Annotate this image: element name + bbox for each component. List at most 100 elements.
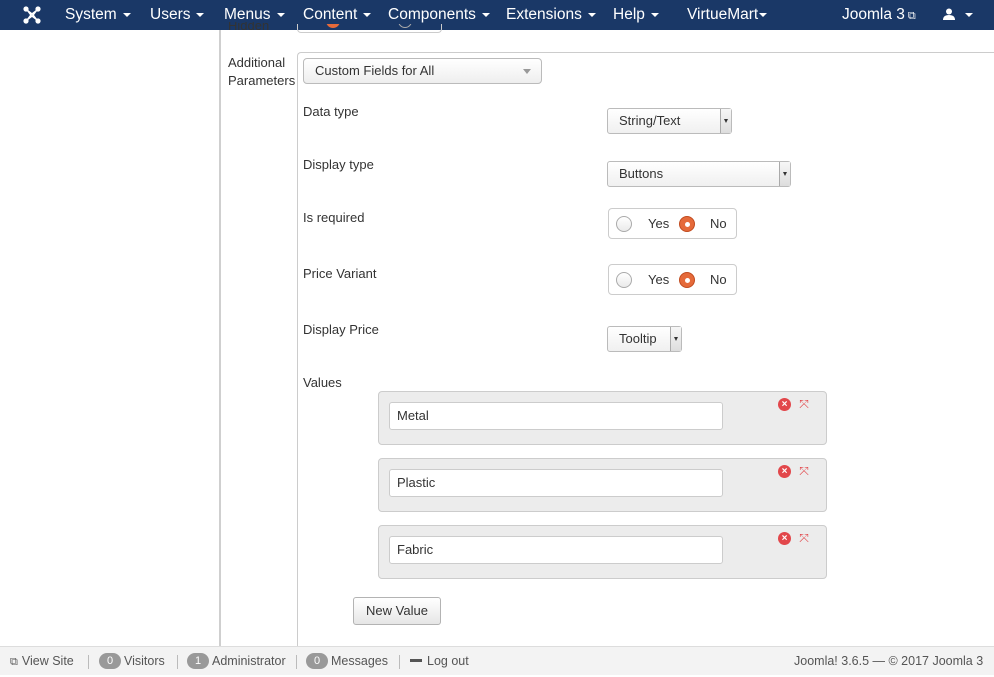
version-info: Joomla! 3.6.5 — © 2017 Joomla 3 [794, 654, 984, 668]
menu-menus-label: Menus [224, 6, 271, 23]
remove-icon[interactable]: × [778, 532, 791, 545]
chevron-down-icon [965, 12, 973, 17]
value-row: Plastic × ⤧ [378, 458, 827, 512]
price-variant-no-radio[interactable] [679, 272, 695, 288]
user-menu[interactable] [943, 0, 973, 30]
status-bar: ⧉ View Site 0 Visitors 1 Administrator 0 Mes… [0, 646, 994, 675]
sidebar-divider [219, 30, 221, 646]
radio-selected[interactable] [326, 24, 340, 28]
move-icon[interactable]: ⤧ [797, 465, 811, 478]
value-row: Fabric × ⤧ [378, 525, 827, 579]
messages-label: Messages [331, 654, 388, 668]
menu-components-label: Components [388, 6, 476, 23]
sidebar [0, 30, 221, 646]
logout-label: Log out [427, 654, 469, 668]
menu-users-label: Users [150, 6, 191, 23]
chevron-down-icon [523, 69, 531, 74]
price-variant-radio-group: Yes No [608, 264, 737, 295]
values-label: Values [303, 375, 342, 390]
menu-virtuemart[interactable]: VirtueMart [687, 0, 768, 30]
administrator-label: Administrator [212, 654, 286, 668]
display-type-value: Buttons [619, 166, 664, 181]
custom-fields-select-value: Custom Fields for All [315, 63, 435, 78]
site-link[interactable]: Joomla 3 ⧉ [842, 0, 916, 30]
price-variant-yes-radio[interactable] [616, 272, 632, 288]
display-price-select[interactable]: Tooltip [607, 326, 682, 352]
messages-count-badge: 0 [306, 653, 328, 669]
menu-extensions-label: Extensions [506, 6, 582, 23]
admin-count-badge: 1 [187, 653, 209, 669]
value-input[interactable]: Metal [389, 402, 723, 430]
logout-link[interactable]: Log out [410, 647, 469, 676]
is-required-no-label[interactable]: No [710, 216, 727, 231]
price-variant-no-label[interactable]: No [710, 272, 727, 287]
site-link-label: Joomla 3 [842, 6, 905, 23]
radio-unselected[interactable] [398, 24, 412, 28]
divider [177, 655, 178, 669]
administrator-link[interactable]: 1 Administrator [187, 647, 286, 676]
remove-icon[interactable]: × [778, 465, 791, 478]
hidden-radio-group[interactable] [297, 24, 442, 33]
value-row: Metal × ⤧ [378, 391, 827, 445]
external-link-icon: ⧉ [10, 656, 18, 668]
chevron-down-icon [122, 12, 131, 17]
menu-users[interactable]: Users [150, 0, 205, 30]
is-required-no-radio[interactable] [679, 216, 695, 232]
visitors-label: Visitors [124, 654, 165, 668]
custom-fields-select[interactable]: Custom Fields for All [303, 58, 542, 84]
remove-icon[interactable]: × [778, 398, 791, 411]
display-price-value: Tooltip [619, 331, 657, 346]
dropdown-arrow-icon [670, 327, 681, 351]
menu-content-label: Content [303, 6, 358, 23]
joomla-logo-icon[interactable] [22, 5, 42, 25]
dropdown-arrow-icon [720, 109, 731, 133]
menu-system[interactable]: System [65, 0, 131, 30]
copyright-label: © 2017 Joomla 3 [888, 654, 984, 668]
version-label: Joomla! 3.6.5 [794, 654, 870, 668]
visitors-link[interactable]: 0 Visitors [99, 647, 165, 676]
view-site-link[interactable]: ⧉ View Site [10, 647, 74, 676]
additional-label-line2: Parameters [228, 73, 296, 88]
move-icon[interactable]: ⤧ [797, 398, 811, 411]
view-site-label: View Site [21, 654, 74, 668]
data-type-select[interactable]: String/Text [607, 108, 732, 134]
menu-help[interactable]: Help [613, 0, 659, 30]
chevron-down-icon [276, 12, 285, 17]
messages-link[interactable]: 0 Messages [306, 647, 388, 676]
value-input[interactable]: Fabric [389, 536, 723, 564]
is-required-label: Is required [303, 210, 365, 225]
data-type-label: Data type [303, 104, 359, 119]
hidden-label: Hidden [228, 22, 270, 31]
price-variant-label: Price Variant [303, 266, 377, 281]
divider [399, 655, 400, 669]
minus-icon [410, 659, 422, 662]
chevron-down-icon [481, 12, 490, 17]
chevron-down-icon [587, 12, 596, 17]
new-value-button[interactable]: New Value [353, 597, 441, 625]
divider [296, 655, 297, 669]
is-required-yes-label[interactable]: Yes [648, 216, 669, 231]
menu-help-label: Help [613, 6, 645, 23]
menu-extensions[interactable]: Extensions [506, 0, 596, 30]
move-icon[interactable]: ⤧ [797, 532, 811, 545]
price-variant-yes-label[interactable]: Yes [648, 272, 669, 287]
external-link-icon: ⧉ [907, 10, 916, 22]
additional-parameters-label: Additional Parameters [228, 54, 295, 90]
visitors-count-badge: 0 [99, 653, 121, 669]
is-required-radio-group: Yes No [608, 208, 737, 239]
display-type-select[interactable]: Buttons [607, 161, 791, 187]
display-type-label: Display type [303, 157, 374, 172]
additional-label-line1: Additional [228, 55, 286, 70]
menu-system-label: System [65, 6, 117, 23]
display-price-label: Display Price [303, 322, 379, 337]
user-icon [943, 8, 955, 20]
is-required-yes-radio[interactable] [616, 216, 632, 232]
chevron-down-icon [759, 12, 768, 17]
chevron-down-icon [196, 12, 205, 17]
value-input[interactable]: Plastic [389, 469, 723, 497]
dropdown-arrow-icon [779, 162, 790, 186]
divider [88, 655, 89, 669]
chevron-down-icon [363, 12, 372, 17]
chevron-down-icon [650, 12, 659, 17]
menu-virtuemart-label: VirtueMart [687, 6, 759, 23]
